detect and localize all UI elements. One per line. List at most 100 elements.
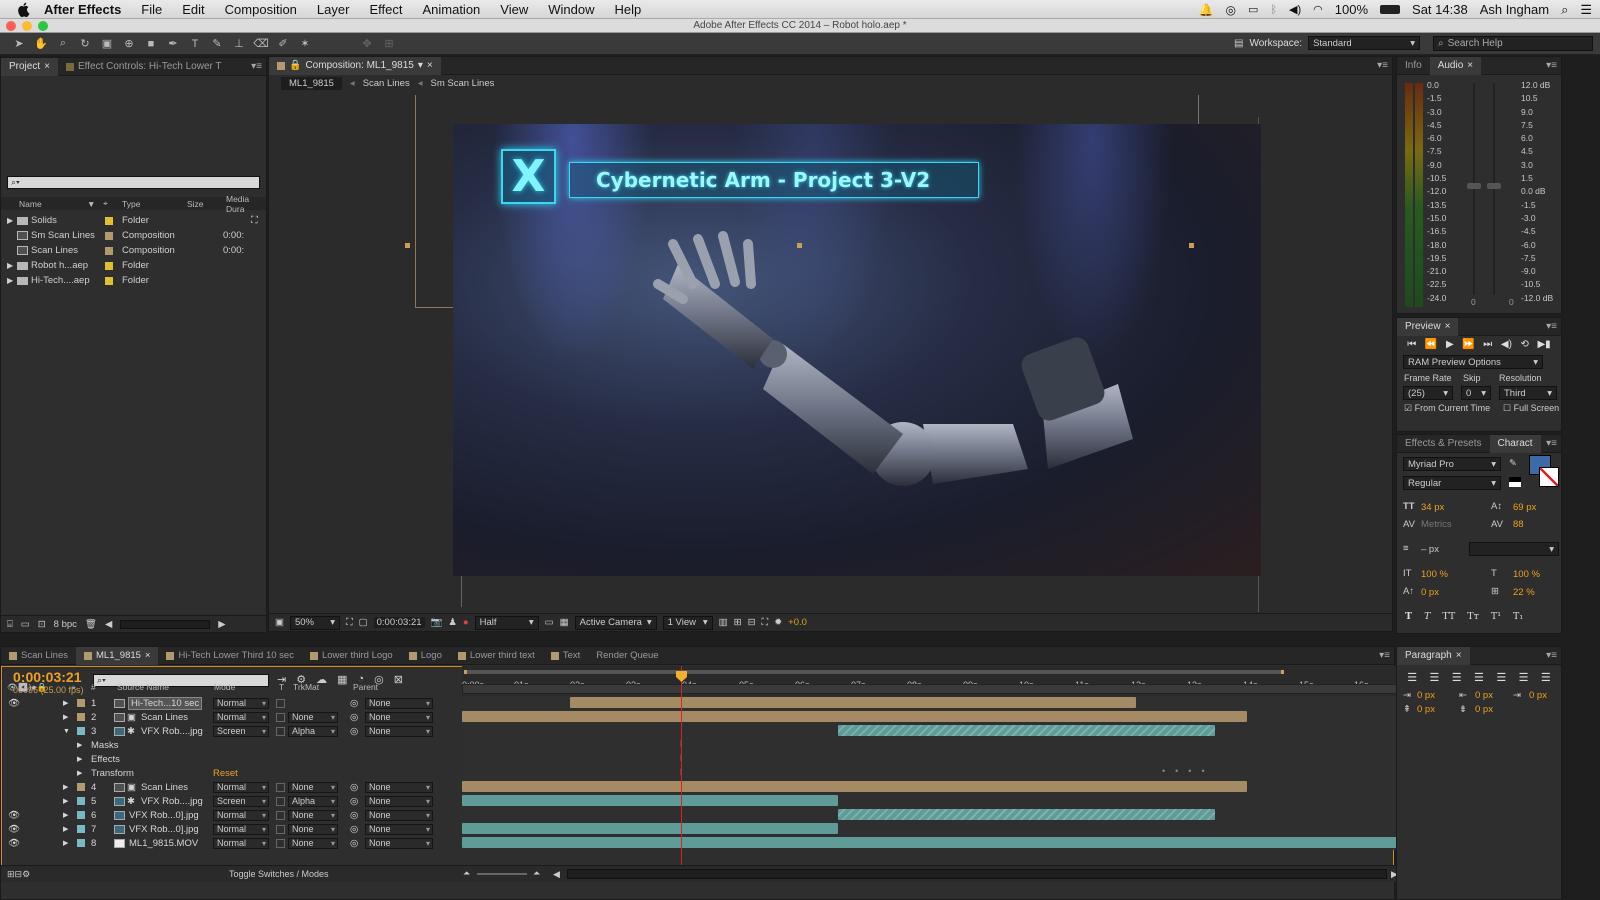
blend-mode-dropdown[interactable]: Screen <box>213 725 269 737</box>
blend-mode-dropdown[interactable]: Normal <box>213 781 269 793</box>
layer-duration-bar[interactable] <box>570 697 1136 708</box>
preserve-transparency-box[interactable] <box>276 838 285 848</box>
level-slider-right[interactable] <box>1493 83 1495 295</box>
masks-property[interactable]: ▶ Masks <box>1 738 451 752</box>
expand-icon[interactable]: ▶ <box>63 783 68 791</box>
preserve-transparency-box[interactable] <box>276 824 285 834</box>
menu-effect[interactable]: Effect <box>359 0 412 19</box>
lock-icon[interactable]: 🔒 <box>289 57 301 75</box>
zoom-window-button[interactable] <box>38 21 48 31</box>
current-time-field[interactable]: 0:00:03:21 <box>373 617 425 628</box>
tab-timeline-logo[interactable]: Logo <box>401 647 450 665</box>
tab-timeline-text[interactable]: Text <box>543 647 588 665</box>
justify-all-icon[interactable]: ☰ <box>1541 671 1551 684</box>
superscript-button[interactable]: T¹ <box>1491 611 1501 622</box>
pickwhip-icon[interactable]: ◎ <box>350 726 358 737</box>
minimize-window-button[interactable] <box>22 21 32 31</box>
col-name[interactable]: Name <box>19 199 42 209</box>
timeline-icon[interactable]: ⊟ <box>748 617 756 628</box>
blend-mode-dropdown[interactable]: Normal <box>213 711 269 723</box>
expand-icon[interactable]: ▶ <box>63 811 68 819</box>
fx-switch-icon[interactable]: ✱ <box>127 796 135 807</box>
new-composition-icon[interactable]: ⊡ <box>38 619 46 630</box>
pan-behind-tool-icon[interactable]: ⊕ <box>120 36 138 52</box>
pickwhip-icon[interactable]: ◎ <box>350 824 358 835</box>
layer-name[interactable]: Hi-Tech...10 sec <box>128 696 203 710</box>
track-matte-dropdown[interactable]: None <box>288 711 338 723</box>
exposure-icon[interactable]: ✹ <box>774 617 782 628</box>
world-axis-icon[interactable]: ⊞ <box>380 36 398 52</box>
menu-app[interactable]: After Effects <box>40 0 131 19</box>
breadcrumb-item[interactable]: Sm Scan Lines <box>430 78 494 89</box>
layer-row[interactable]: ▶ 4 ▣ Scan Lines Normal None ◎ None <box>1 780 451 794</box>
expand-icon[interactable]: ▶ <box>63 713 68 721</box>
project-search-input[interactable]: ⌕▾ <box>7 176 260 189</box>
layer-name[interactable]: Scan Lines <box>141 782 188 793</box>
align-left-icon[interactable]: ☰ <box>1407 671 1417 684</box>
horizontal-scale-value[interactable]: 100 % <box>1513 569 1540 580</box>
expand-icon[interactable]: ▶ <box>7 261 13 270</box>
spotlight-icon[interactable]: ⌕ <box>1561 2 1568 18</box>
layer-handle[interactable] <box>1189 243 1194 248</box>
justify-center-icon[interactable]: ☰ <box>1496 671 1506 684</box>
preserve-transparency-box[interactable] <box>276 712 285 722</box>
layer-handle[interactable] <box>405 243 410 248</box>
layer-duration-bar[interactable] <box>462 823 838 834</box>
project-item[interactable]: ▶ Hi-Tech....aep Folder <box>1 273 266 288</box>
expand-icon[interactable]: ▶ <box>77 769 82 777</box>
layer-duration-bar[interactable] <box>462 711 1247 722</box>
space-after-value[interactable]: 0 px <box>1475 704 1493 715</box>
resolution-dropdown[interactable]: Half ▾ <box>474 615 539 630</box>
play-icon[interactable]: ▶ <box>1446 339 1454 350</box>
timeline-hscrollbar[interactable] <box>567 869 1387 879</box>
menu-composition[interactable]: Composition <box>215 0 307 19</box>
tab-render-queue[interactable]: Render Queue <box>588 647 666 665</box>
breadcrumb-item[interactable]: Scan Lines <box>363 78 410 89</box>
faux-italic-button[interactable]: T <box>1424 611 1430 622</box>
transform-property[interactable]: ▶ Transform Reset <box>1 766 451 780</box>
tab-timeline-scan-lines[interactable]: Scan Lines <box>1 647 76 665</box>
panel-menu-icon[interactable]: ▾≡ <box>1546 438 1557 449</box>
project-item[interactable]: Sm Scan Lines Composition 0:00: <box>1 228 266 243</box>
composition-canvas[interactable]: X Cybernetic Arm - Project 3-V2 <box>453 124 1261 576</box>
indent-first-value[interactable]: 0 px <box>1529 690 1547 701</box>
layer-duration-bar[interactable] <box>462 781 1247 792</box>
close-tab-icon[interactable]: × <box>1467 57 1473 75</box>
tab-timeline-hitech[interactable]: Hi-Tech Lower Third 10 sec <box>158 647 301 665</box>
label-color[interactable] <box>77 713 85 721</box>
blend-mode-dropdown[interactable]: Normal <box>213 809 269 821</box>
menu-layer[interactable]: Layer <box>307 0 360 19</box>
tab-effect-controls[interactable]: Effect Controls: Hi-Tech Lower T <box>58 58 230 76</box>
pickwhip-icon[interactable]: ◎ <box>350 698 358 709</box>
expand-icon[interactable]: ▶ <box>77 755 82 763</box>
scroll-left-icon[interactable]: ◀ <box>553 869 560 880</box>
tab-timeline-lt-text[interactable]: Lower third text <box>450 647 543 665</box>
label-tag-icon[interactable]: ⌖ <box>71 682 76 693</box>
visibility-icon[interactable]: 👁 <box>8 698 20 709</box>
expand-icon[interactable]: ▶ <box>63 839 68 847</box>
skip-dropdown[interactable]: 0 ▾ <box>1461 386 1491 400</box>
roto-brush-tool-icon[interactable]: ✐ <box>274 36 292 52</box>
label-color[interactable] <box>105 216 113 225</box>
pickwhip-icon[interactable]: ◎ <box>350 796 358 807</box>
axis-mode-icon[interactable]: ✥ <box>358 36 376 52</box>
project-item[interactable]: Scan Lines Composition 0:00: <box>1 243 266 258</box>
next-frame-icon[interactable]: ⏩ <box>1462 339 1474 350</box>
zoom-out-icon[interactable]: ⏶ <box>463 868 470 879</box>
parent-dropdown[interactable]: None <box>365 711 433 723</box>
workspace-icon[interactable]: ▤ <box>1234 38 1243 49</box>
search-help-field[interactable]: ⌕ Search Help <box>1433 36 1593 51</box>
new-folder-icon[interactable]: ▭ <box>21 619 30 630</box>
align-center-icon[interactable]: ☰ <box>1429 671 1439 684</box>
safe-area-icon[interactable]: ▢ <box>359 617 368 628</box>
label-color[interactable] <box>105 261 113 270</box>
tab-project[interactable]: Project × <box>1 57 58 76</box>
layer-row[interactable]: ▶ 2 ▣ Scan Lines Normal None ◎ None <box>1 710 451 724</box>
subscript-button[interactable]: T₁ <box>1513 611 1523 622</box>
pickwhip-icon[interactable]: ◎ <box>350 838 358 849</box>
label-color[interactable] <box>77 839 85 847</box>
parent-dropdown[interactable]: None <box>365 837 433 849</box>
menu-file[interactable]: File <box>131 0 172 19</box>
track-area[interactable]: I I I •••• <box>462 696 1406 850</box>
pickwhip-icon[interactable]: ◎ <box>350 810 358 821</box>
